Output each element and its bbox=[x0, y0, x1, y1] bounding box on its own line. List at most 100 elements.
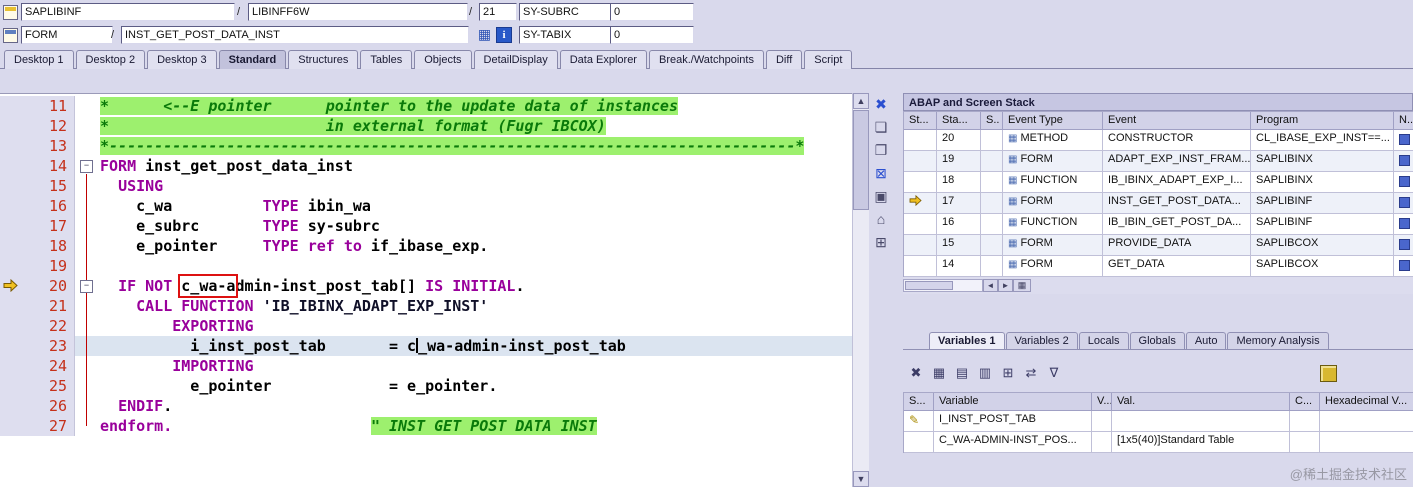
navigate-icon[interactable] bbox=[1399, 155, 1410, 166]
main-program-field[interactable] bbox=[21, 3, 235, 21]
close-window-icon[interactable]: ⊠ bbox=[871, 164, 891, 182]
editor-vscrollbar[interactable]: ▲ ▼ bbox=[852, 93, 869, 487]
tab-detaildisplay[interactable]: DetailDisplay bbox=[473, 50, 558, 69]
event-type-field[interactable] bbox=[21, 26, 113, 44]
tab-data-explorer[interactable]: Data Explorer bbox=[559, 50, 647, 69]
tab-break-watchpoints[interactable]: Break./Watchpoints bbox=[648, 50, 764, 69]
line-gutter-13[interactable]: 13 bbox=[0, 136, 75, 156]
stack-row-20[interactable]: 20 ▦ METHOD CONSTRUCTOR CL_IBASE_EXP_INST==.… bbox=[904, 130, 1413, 151]
table-view-icon[interactable]: ▤ bbox=[953, 364, 971, 382]
include-field[interactable] bbox=[248, 3, 468, 21]
tab-desktop-2[interactable]: Desktop 2 bbox=[75, 50, 146, 69]
code-line-content[interactable]: *---------------------------------------… bbox=[75, 136, 852, 156]
tab-variables-2[interactable]: Variables 2 bbox=[1005, 332, 1078, 349]
scroll-up-button[interactable]: ▲ bbox=[853, 93, 869, 109]
code-line-content[interactable]: − IF NOT c_wa-admin-inst_post_tab[] IS I… bbox=[75, 274, 852, 298]
line-gutter-16[interactable]: 16 bbox=[0, 196, 75, 216]
line-gutter-19[interactable]: 19 bbox=[0, 256, 75, 276]
line-gutter-26[interactable]: 26 bbox=[0, 396, 75, 416]
code-line-content[interactable]: endform. " INST GET POST DATA INST bbox=[75, 416, 852, 436]
line-gutter-15[interactable]: 15 bbox=[0, 176, 75, 196]
tab-structures[interactable]: Structures bbox=[288, 50, 359, 69]
navigate-icon[interactable] bbox=[1399, 176, 1410, 187]
structure-icon[interactable]: ⊞ bbox=[871, 233, 891, 251]
hscroll-thumb[interactable] bbox=[905, 281, 953, 290]
code-line-content[interactable]: CALL FUNCTION 'IB_IBINX_ADAPT_EXP_INST' bbox=[75, 296, 852, 316]
code-line-content[interactable]: EXPORTING bbox=[75, 316, 852, 336]
stack-row-14[interactable]: 14 ▦ FORM GET_DATA SAPLIBCOX bbox=[904, 256, 1413, 277]
tab-desktop-1[interactable]: Desktop 1 bbox=[4, 50, 74, 69]
code-line-content[interactable]: e_subrc TYPE sy-subrc bbox=[75, 216, 852, 236]
stack-row-15[interactable]: 15 ▦ FORM PROVIDE_DATA SAPLIBCOX bbox=[904, 235, 1413, 256]
tab-tables[interactable]: Tables bbox=[360, 50, 413, 69]
stack-column-header-sta[interactable]: Sta... bbox=[937, 112, 981, 130]
variables-column-header-v[interactable]: V... bbox=[1092, 393, 1112, 411]
new-page-icon[interactable]: ❏ bbox=[871, 118, 891, 136]
navigate-icon[interactable] bbox=[1399, 197, 1410, 208]
home-icon[interactable]: ⌂ bbox=[871, 210, 891, 228]
fold-toggle-icon[interactable]: − bbox=[80, 280, 93, 293]
stack-column-header-program[interactable]: Program bbox=[1251, 112, 1394, 130]
stack-column-header-s[interactable]: S.. bbox=[981, 112, 1003, 130]
navigate-icon[interactable] bbox=[1399, 218, 1410, 229]
stack-row-19[interactable]: 19 ▦ FORM ADAPT_EXP_INST_FRAM... SAPLIBINX bbox=[904, 151, 1413, 172]
code-line-content[interactable]: USING bbox=[75, 176, 852, 196]
tab-diff[interactable]: Diff bbox=[765, 50, 803, 69]
tab-script[interactable]: Script bbox=[804, 50, 853, 69]
variable-row-i-inst-post-tab[interactable]: ✎ I_INST_POST_TAB bbox=[904, 411, 1413, 432]
close-icon[interactable]: ✖ bbox=[871, 95, 891, 113]
code-line-content[interactable]: IMPORTING bbox=[75, 356, 852, 376]
sy-tabix-label-field[interactable] bbox=[519, 26, 611, 44]
line-gutter-27[interactable]: 27 bbox=[0, 416, 75, 436]
layout-icon[interactable]: ▦ bbox=[930, 364, 948, 382]
copy-page-icon[interactable]: ❐ bbox=[871, 141, 891, 159]
line-gutter-20[interactable]: 20 bbox=[0, 276, 75, 296]
tab-locals[interactable]: Locals bbox=[1078, 332, 1129, 349]
navigate-icon[interactable] bbox=[1399, 239, 1410, 250]
line-gutter-14[interactable]: 14 bbox=[0, 156, 75, 176]
variables-column-header-s[interactable]: S... bbox=[904, 393, 934, 411]
code-line-content[interactable]: e_pointer TYPE ref to if_ibase_exp. bbox=[75, 236, 852, 256]
code-line-content[interactable]: − FORM inst_get_post_data_inst bbox=[75, 156, 852, 176]
line-gutter-22[interactable]: 22 bbox=[0, 316, 75, 336]
tab-variables-1[interactable]: Variables 1 bbox=[929, 332, 1005, 349]
info-icon[interactable]: i bbox=[496, 27, 512, 43]
tab-objects[interactable]: Objects bbox=[414, 50, 472, 69]
stack-column-header-event[interactable]: Event bbox=[1103, 112, 1251, 130]
window-icon[interactable]: ▣ bbox=[871, 187, 891, 205]
table-contents-icon[interactable]: ▦ bbox=[477, 27, 492, 42]
insert-column-icon[interactable]: ⊞ bbox=[999, 364, 1017, 382]
scroll-right-button[interactable]: ► bbox=[998, 279, 1013, 292]
tab-desktop-3[interactable]: Desktop 3 bbox=[147, 50, 217, 69]
variables-column-header-hexadecimal-v[interactable]: Hexadecimal V... bbox=[1320, 393, 1413, 411]
code-line-content[interactable] bbox=[75, 256, 852, 276]
stack-row-18[interactable]: 18 ▦ FUNCTION IB_IBINX_ADAPT_EXP_I... SAPLIB… bbox=[904, 172, 1413, 193]
stack-column-header-st[interactable]: St... bbox=[904, 112, 937, 130]
line-gutter-21[interactable]: 21 bbox=[0, 296, 75, 316]
variables-column-header-variable[interactable]: Variable bbox=[934, 393, 1092, 411]
navigate-icon[interactable] bbox=[1399, 134, 1410, 145]
sy-subrc-label-field[interactable] bbox=[519, 3, 611, 21]
scrollbar-grip[interactable]: ▦ bbox=[1013, 279, 1031, 292]
stack-column-header-n[interactable]: N... bbox=[1394, 112, 1413, 130]
stack-row-17[interactable]: 17 ▦ FORM INST_GET_POST_DATA... SAPLIBINF bbox=[904, 193, 1413, 214]
line-gutter-11[interactable]: 11 bbox=[0, 96, 75, 116]
navigate-icon[interactable] bbox=[1399, 260, 1410, 271]
line-gutter-24[interactable]: 24 bbox=[0, 356, 75, 376]
variables-column-header-c[interactable]: C... bbox=[1290, 393, 1320, 411]
swap-icon[interactable]: ⇄ bbox=[1022, 364, 1040, 382]
line-gutter-18[interactable]: 18 bbox=[0, 236, 75, 256]
line-gutter-25[interactable]: 25 bbox=[0, 376, 75, 396]
sy-subrc-value-field[interactable] bbox=[610, 3, 694, 21]
event-name-field[interactable] bbox=[121, 26, 469, 44]
tab-globals[interactable]: Globals bbox=[1129, 332, 1185, 349]
code-line-content[interactable]: e_pointer = e_pointer. bbox=[75, 376, 852, 396]
filter-icon[interactable]: ∇ bbox=[1045, 364, 1063, 382]
line-number-field[interactable] bbox=[479, 3, 517, 21]
fold-toggle-icon[interactable]: − bbox=[80, 160, 93, 173]
stack-row-16[interactable]: 16 ▦ FUNCTION IB_IBIN_GET_POST_DA... SAPLIBI… bbox=[904, 214, 1413, 235]
variable-row-c-wa-admin-inst-pos[interactable]: C_WA-ADMIN-INST_POS... [1x5(40)]Standard … bbox=[904, 432, 1413, 453]
tab-standard[interactable]: Standard bbox=[218, 50, 287, 69]
stack-column-header-event-type[interactable]: Event Type bbox=[1003, 112, 1103, 130]
code-line-content[interactable]: c_wa TYPE ibin_wa bbox=[75, 196, 852, 216]
